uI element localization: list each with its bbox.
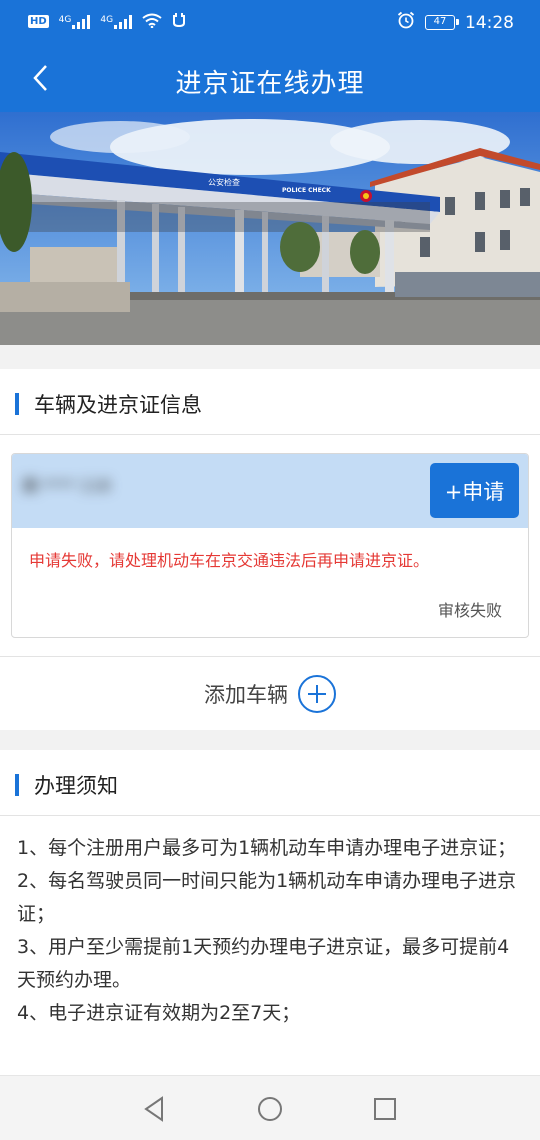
- hd-voice-icon: HD: [28, 15, 49, 28]
- triangle-back-icon: [144, 1096, 163, 1122]
- signal-icon-1: 4G: [59, 14, 91, 29]
- application-error-message: 申请失败，请处理机动车在京交通违法后再申请进京证。: [29, 551, 430, 570]
- banner-image: 公安检查 POLICE CHECK: [0, 112, 540, 345]
- status-bar: HD 4G 4G 47 14:28: [0, 0, 540, 46]
- notice-item: 2、每名驾驶员同一时间只能为1辆机动车申请办理电子进京证；: [17, 870, 517, 925]
- vehicle-section-title: 车辆及进京证信息: [34, 393, 202, 417]
- notice-item: 4、电子进京证有效期为2至7天；: [17, 1002, 301, 1024]
- notice-item: 1、每个注册用户最多可为1辆机动车申请办理电子进京证；: [17, 837, 517, 859]
- page-title: 进京证在线办理: [175, 69, 365, 99]
- battery-icon: 47: [425, 15, 459, 30]
- notice-item: 3、用户至少需提前1天预约办理电子进京证，最多可提前4天预约办理。: [17, 936, 510, 991]
- notice-section: 办理须知 1、每个注册用户最多可为1辆机动车申请办理电子进京证； 2、每名驾驶员…: [0, 750, 540, 1080]
- notice-list: 1、每个注册用户最多可为1辆机动车申请办理电子进京证； 2、每名驾驶员同一时间只…: [0, 816, 540, 1030]
- license-plate-blurred: 冀·**** 118: [22, 476, 111, 495]
- clock-time: 14:28: [465, 12, 514, 33]
- system-nav-bar: [0, 1075, 540, 1140]
- canopy-sign-cn: 公安检查: [208, 177, 240, 187]
- canopy-sign-en: POLICE CHECK: [282, 187, 331, 194]
- app-header: 进京证在线办理: [0, 46, 540, 112]
- square-recents-icon: [374, 1098, 396, 1120]
- nav-home-button[interactable]: [255, 1094, 285, 1124]
- wifi-icon: [142, 13, 162, 31]
- vehicle-card: 冀·**** 118 +申请 申请失败，请处理机动车在京交通违法后再申请进京证。…: [11, 453, 529, 638]
- signal-icon-2: 4G: [100, 14, 133, 29]
- review-status-label: 审核失败: [437, 601, 502, 620]
- apply-button[interactable]: +申请: [430, 463, 519, 518]
- vehicle-card-header: 冀·**** 118 +申请: [12, 454, 528, 528]
- section-accent-bar: [15, 393, 19, 415]
- alarm-icon: [397, 11, 415, 34]
- notification-icon: [172, 12, 186, 31]
- vehicle-section-header: 车辆及进京证信息: [0, 369, 540, 435]
- section-accent-bar: [15, 774, 19, 796]
- notice-section-header: 办理须知: [0, 750, 540, 816]
- notice-section-title: 办理须知: [34, 774, 118, 798]
- add-circle-icon: [298, 674, 336, 713]
- vehicle-section: 车辆及进京证信息 冀·**** 118 +申请 申请失败，请处理机动车在京交通违…: [0, 369, 540, 730]
- nav-back-button[interactable]: [140, 1094, 170, 1124]
- add-vehicle-button[interactable]: 添加车辆: [0, 656, 540, 730]
- circle-home-icon: [258, 1097, 282, 1121]
- add-vehicle-label: 添加车辆: [204, 682, 288, 707]
- nav-recents-button[interactable]: [370, 1094, 400, 1124]
